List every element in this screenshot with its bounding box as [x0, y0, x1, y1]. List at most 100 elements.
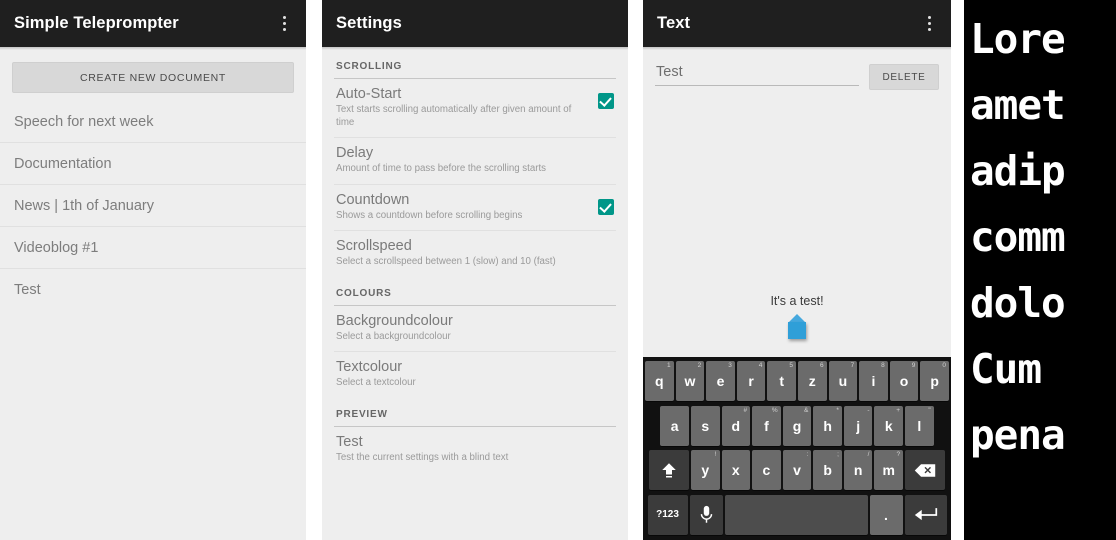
period-key[interactable]: . [869, 494, 903, 535]
key-r[interactable]: 4r [736, 361, 766, 401]
on-screen-keyboard[interactable]: 1q 2w 3e 4r 5t 6z 7u 8i 9o 0p a s # d % f … [643, 357, 951, 540]
setting-summary: Test the current settings with a blind t… [336, 451, 509, 463]
list-item[interactable]: Documentation [0, 143, 306, 185]
panel-teleprompter[interactable]: Lore amet adip comm dolo Cum pena [964, 0, 1116, 540]
setting-row-test[interactable]: Test Test the current settings with a bl… [334, 427, 616, 473]
actionbar-title-text: Text [657, 14, 691, 32]
text-cursor-handle[interactable] [785, 314, 809, 339]
key-h[interactable]: * h [813, 405, 842, 446]
key-label: j [856, 417, 861, 434]
key-label: q [655, 373, 664, 389]
create-new-document-button[interactable]: CREATE NEW DOCUMENT [12, 62, 294, 93]
body-text-area[interactable]: It's a test! [643, 294, 951, 339]
key-j[interactable]: -j [843, 405, 873, 446]
editor-top-row: DELETE [655, 64, 939, 90]
setting-title: Scrollspeed [336, 238, 412, 254]
text-editor-area: DELETE It's a test! [643, 50, 951, 357]
key-w[interactable]: 2w [675, 361, 705, 401]
key-l[interactable]: " l [905, 405, 934, 446]
setting-texts: Countdown Shows a countdown before scrol… [336, 192, 598, 223]
key-label: m [882, 462, 895, 479]
key-hint: 4 [758, 362, 763, 369]
key-hint: 0 [942, 362, 946, 369]
key-hint: & [803, 406, 809, 414]
key-hint: - [867, 406, 870, 414]
panel-text-editor: Text DELETE It's a test! [643, 0, 951, 540]
setting-row-scrollspeed[interactable]: Scrollspeed Select a scrollspeed between… [334, 231, 616, 277]
list-item[interactable]: Speech for next week [0, 101, 306, 143]
key-hint: + [896, 406, 901, 414]
overflow-menu-icon[interactable] [273, 9, 295, 39]
keyboard-row-4: ?123 . [646, 494, 948, 535]
key-hint: 6 [819, 362, 824, 369]
key-y[interactable]: ! y [690, 450, 720, 491]
setting-texts: Backgroundcolour Select a backgroundcolo… [336, 313, 614, 344]
key-m[interactable]: ? m [874, 450, 904, 491]
key-hint: ! [714, 451, 717, 459]
key-q[interactable]: 1q [645, 361, 674, 401]
key-label: i [871, 373, 876, 389]
setting-row-delay[interactable]: Delay Amount of time to pass before the … [334, 138, 616, 185]
shift-icon[interactable] [648, 450, 689, 491]
key-k[interactable]: + k [874, 405, 904, 446]
key-label: u [838, 373, 848, 389]
key-label: y [701, 462, 710, 479]
key-label: l [917, 417, 922, 434]
key-hint: 9 [911, 362, 916, 369]
setting-summary: Text starts scrolling automatically afte… [336, 104, 572, 128]
key-hint: # [743, 406, 748, 414]
microphone-icon[interactable] [689, 494, 723, 535]
key-e[interactable]: 3e [706, 361, 735, 401]
key-a[interactable]: a [660, 405, 689, 446]
key-x[interactable]: x [721, 450, 751, 491]
key-v[interactable]: :v [782, 450, 812, 491]
key-label: e [716, 373, 725, 389]
space-key[interactable] [724, 494, 868, 535]
key-i[interactable]: 8i [859, 361, 888, 401]
key-c[interactable]: c [752, 450, 781, 491]
panel-settings: Settings SCROLLING Auto-Start Text start… [322, 0, 628, 540]
title-input[interactable] [655, 64, 859, 86]
keyboard-row-2: a s # d % f & g * h -j + k " l [646, 405, 948, 446]
overflow-menu-icon[interactable] [918, 9, 940, 39]
key-s[interactable]: s [690, 405, 720, 446]
checkbox-countdown[interactable] [598, 198, 614, 215]
key-label: t [779, 373, 785, 389]
document-list: Speech for next week Documentation News … [0, 101, 306, 311]
overflow-dot [282, 16, 286, 19]
list-item[interactable]: Test [0, 269, 306, 311]
enter-icon[interactable] [904, 494, 947, 535]
body-text: It's a test! [770, 294, 824, 308]
setting-row-countdown[interactable]: Countdown Shows a countdown before scrol… [334, 185, 616, 231]
key-f[interactable]: % f [752, 405, 781, 446]
key-t[interactable]: 5t [767, 361, 796, 401]
key-o[interactable]: 9o [889, 361, 919, 401]
backspace-icon[interactable] [905, 450, 946, 491]
list-item[interactable]: News | 1th of January [0, 185, 306, 227]
key-p[interactable]: 0p [920, 361, 949, 401]
teleprompter-text: Lore amet adip comm dolo Cum pena [964, 0, 1116, 540]
checkbox-auto-start[interactable] [598, 93, 614, 109]
overflow-dot [927, 28, 931, 31]
setting-row-backgroundcolour[interactable]: Backgroundcolour Select a backgroundcolo… [334, 306, 616, 352]
list-item[interactable]: Videoblog #1 [0, 227, 306, 269]
delete-button[interactable]: DELETE [869, 64, 939, 90]
key-hint: 3 [728, 362, 732, 369]
actionbar-settings: Settings [322, 0, 628, 47]
key-z[interactable]: 6z [798, 361, 827, 401]
setting-summary: Select a textcolour [336, 377, 416, 388]
settings-section-header: PREVIEW [334, 398, 616, 427]
setting-row-auto-start[interactable]: Auto-Start Text starts scrolling automat… [334, 79, 616, 138]
key-u[interactable]: 7u [828, 361, 858, 401]
setting-row-textcolour[interactable]: Textcolour Select a textcolour [334, 352, 616, 398]
key-d[interactable]: # d [721, 405, 751, 446]
overflow-dot [927, 16, 931, 19]
key-n[interactable]: / n [843, 450, 873, 491]
key-hint: 1 [667, 362, 671, 369]
key-b[interactable]: ; b [813, 450, 842, 491]
actionbar-title-documents: Simple Teleprompter [14, 14, 179, 32]
key-g[interactable]: & g [782, 405, 812, 446]
settings-section-header: COLOURS [334, 277, 616, 306]
setting-title: Textcolour [336, 359, 403, 375]
symbols-key[interactable]: ?123 [647, 494, 688, 535]
